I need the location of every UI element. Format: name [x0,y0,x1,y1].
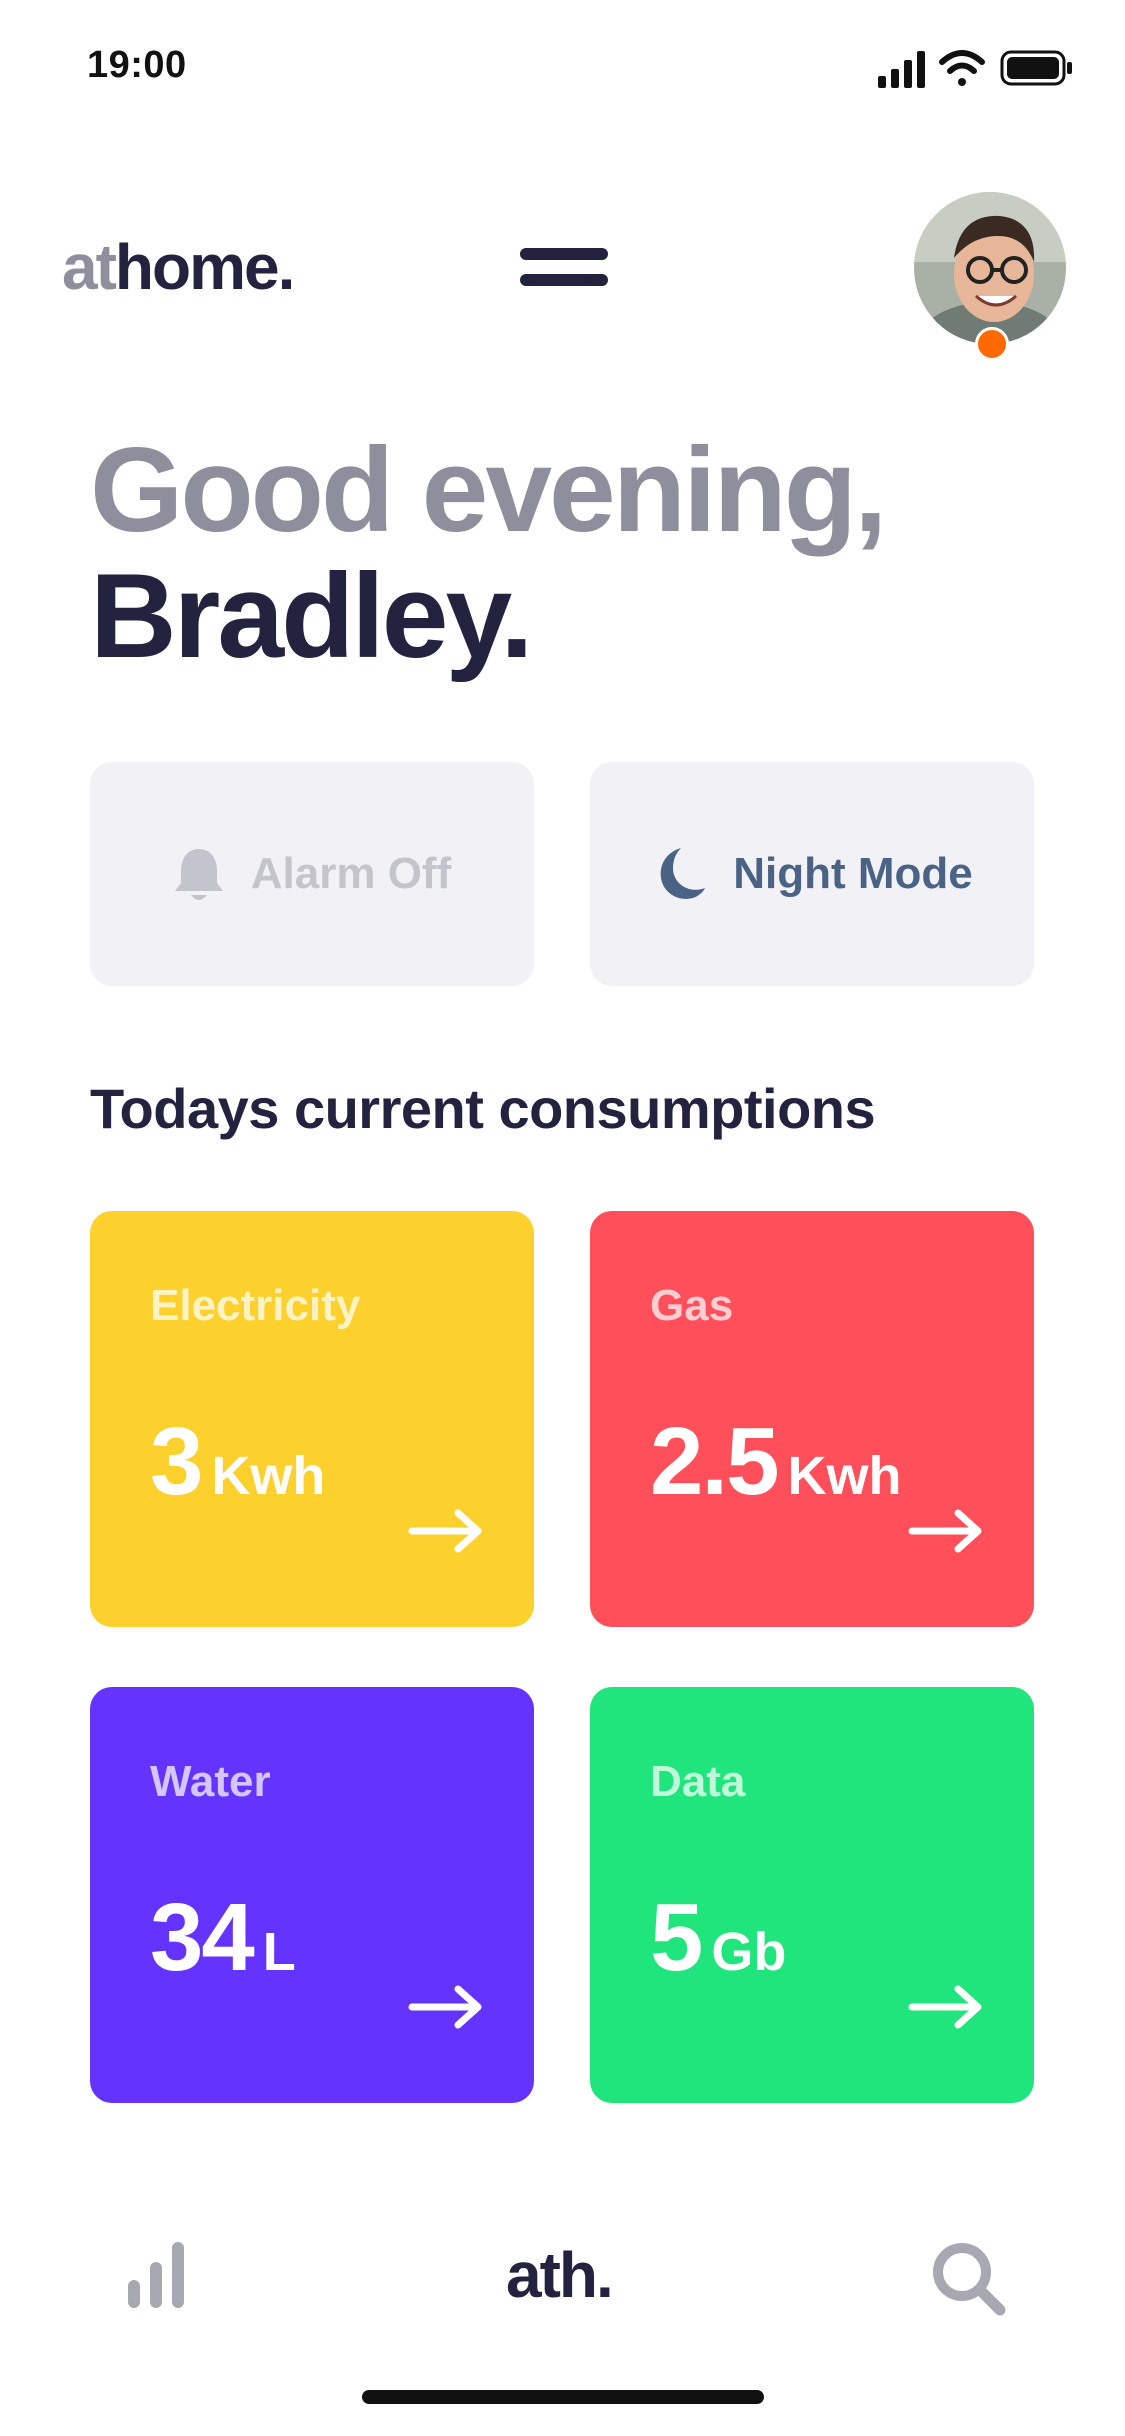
card-unit: Kwh [211,1446,326,1506]
consumption-section-title: Todays current consumptions [90,1077,876,1140]
card-label: Data [650,1757,746,1806]
app-logo: athome. [62,230,295,304]
gas-card[interactable]: Gas 2.5 Kwh [590,1211,1034,1627]
hamburger-menu-icon[interactable] [520,248,608,294]
home-indicator[interactable] [362,2390,764,2404]
alarm-toggle-label: Alarm Off [250,849,452,898]
card-value: 3 Kwh [150,1407,325,1517]
card-number: 2.5 [650,1408,779,1515]
card-unit: L [262,1922,296,1982]
avatar-photo [914,192,1066,344]
moon-icon [660,848,706,899]
card-value: 34 L [150,1883,296,1993]
card-number: 5 [650,1884,703,1991]
card-value: 5 Gb [650,1883,786,1993]
alarm-toggle-button[interactable]: Alarm Off [90,762,534,986]
bell-icon [174,849,223,900]
card-label: Gas [650,1281,734,1330]
arrow-right-icon [408,1985,482,2029]
user-avatar[interactable] [914,192,1066,344]
card-value: 2.5 Kwh [650,1407,901,1517]
logo-suffix: home. [114,231,295,303]
water-card[interactable]: Water 34 L [90,1687,534,2103]
arrow-right-icon [908,1509,982,1553]
greeting-line1: Good evening, [90,423,887,557]
search-icon[interactable] [930,2240,1006,2316]
card-unit: Gb [711,1922,787,1982]
status-time: 19:00 [87,44,187,86]
greeting-name: Bradley. [90,549,534,683]
electricity-card[interactable]: Electricity 3 Kwh [90,1211,534,1627]
arrow-right-icon [408,1509,482,1553]
card-number: 3 [150,1408,203,1515]
logo-prefix: at [62,231,117,303]
card-number: 34 [150,1884,255,1991]
signal-icon [878,51,925,88]
card-unit: Kwh [787,1446,902,1506]
home-nav-logo[interactable]: ath. [506,2238,614,2312]
arrow-right-icon [908,1985,982,2029]
bar-chart-icon[interactable] [126,2240,186,2310]
battery-icon [1000,50,1072,86]
card-label: Electricity [150,1281,361,1330]
data-card[interactable]: Data 5 Gb [590,1687,1034,2103]
status-icons [878,50,1072,88]
wifi-icon [939,50,985,86]
night-mode-toggle-button[interactable]: Night Mode [590,762,1034,986]
card-label: Water [150,1757,271,1806]
notification-dot [975,327,1009,361]
night-mode-label: Night Mode [733,849,973,898]
